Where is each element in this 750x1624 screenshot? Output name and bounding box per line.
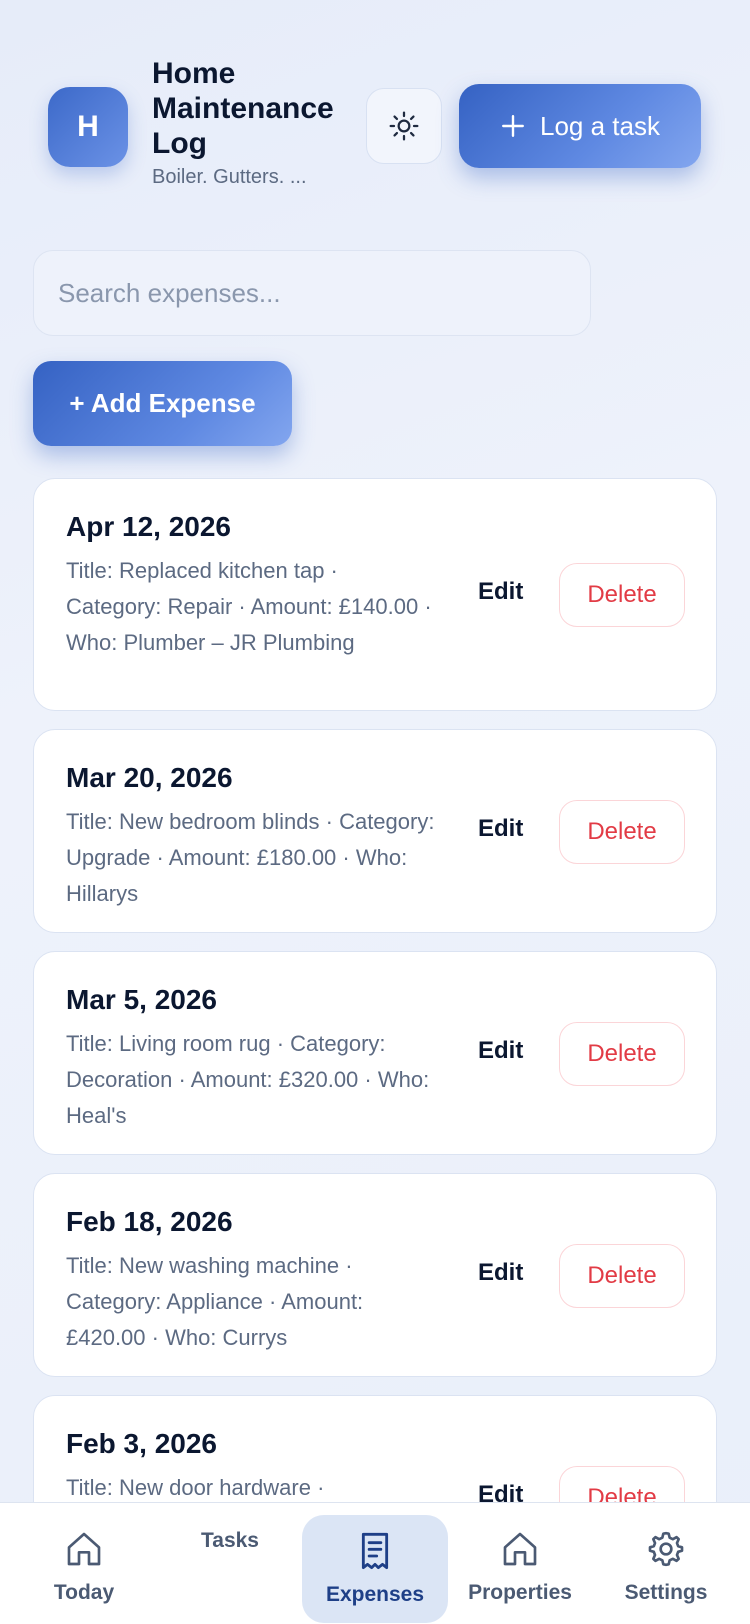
app-title: Home Maintenance Log xyxy=(152,57,334,160)
theme-toggle-button[interactable] xyxy=(366,88,442,164)
delete-button[interactable]: Delete xyxy=(559,800,685,864)
expense-date: Mar 5, 2026 xyxy=(66,984,217,1015)
delete-button[interactable]: Delete xyxy=(559,563,685,627)
edit-button[interactable]: Edit xyxy=(478,1037,523,1065)
nav-today[interactable]: Today xyxy=(14,1503,154,1624)
expense-description: Title: Replaced kitchen tap · Category: … xyxy=(66,558,432,655)
home-icon xyxy=(67,1532,101,1566)
gear-icon xyxy=(648,1531,684,1567)
expense-card: Feb 18, 2026 Title: New washing machine … xyxy=(33,1173,717,1377)
expense-date: Mar 20, 2026 xyxy=(66,762,233,793)
log-task-label: Log a task xyxy=(540,110,660,141)
sun-icon xyxy=(389,111,419,141)
delete-button[interactable]: Delete xyxy=(559,1022,685,1086)
nav-tasks-label: Tasks xyxy=(201,1529,259,1552)
receipt-icon xyxy=(361,1532,389,1570)
nav-expenses[interactable]: Expenses xyxy=(302,1515,448,1623)
app-header: H Home Maintenance Log Boiler. Gutters. … xyxy=(0,0,750,220)
expense-list: Apr 12, 2026 Title: Replaced kitchen tap… xyxy=(33,478,717,1617)
expense-description: Title: New bedroom blinds · Category: Up… xyxy=(66,809,435,906)
expense-date: Apr 12, 2026 xyxy=(66,511,231,542)
nav-expenses-label: Expenses xyxy=(325,1583,425,1606)
expense-card: Mar 5, 2026 Title: Living room rug · Cat… xyxy=(33,951,717,1155)
search-box[interactable] xyxy=(33,250,591,336)
plus-icon xyxy=(502,115,524,137)
expense-date: Feb 3, 2026 xyxy=(66,1428,217,1459)
expense-description: Title: New door hardware · xyxy=(66,1475,325,1500)
add-expense-button[interactable]: + Add Expense xyxy=(33,361,292,446)
expense-description: Title: Living room rug · Category: Decor… xyxy=(66,1031,430,1128)
search-input[interactable] xyxy=(58,277,566,309)
nav-today-label: Today xyxy=(53,1581,115,1604)
app-avatar: H xyxy=(48,87,128,167)
bottom-nav: Today Tasks Expenses Properties Settings xyxy=(0,1502,750,1624)
nav-tasks[interactable]: Tasks xyxy=(160,1503,300,1624)
expense-date: Feb 18, 2026 xyxy=(66,1206,233,1237)
nav-properties[interactable]: Properties xyxy=(450,1503,590,1624)
edit-button[interactable]: Edit xyxy=(478,1259,523,1287)
expense-description: Title: New washing machine · Category: A… xyxy=(66,1253,364,1350)
app-subtitle: Boiler. Gutters. ... xyxy=(152,166,307,188)
delete-button[interactable]: Delete xyxy=(559,1244,685,1308)
nav-properties-label: Properties xyxy=(468,1581,572,1604)
log-task-button[interactable]: Log a task xyxy=(459,84,701,168)
nav-settings-label: Settings xyxy=(624,1581,708,1604)
expenses-screen: H Home Maintenance Log Boiler. Gutters. … xyxy=(0,0,750,1624)
edit-button[interactable]: Edit xyxy=(478,578,523,606)
expense-card: Apr 12, 2026 Title: Replaced kitchen tap… xyxy=(33,478,717,711)
nav-settings[interactable]: Settings xyxy=(596,1503,736,1624)
edit-button[interactable]: Edit xyxy=(478,815,523,843)
home-icon xyxy=(503,1532,537,1566)
expense-card: Mar 20, 2026 Title: New bedroom blinds ·… xyxy=(33,729,717,933)
